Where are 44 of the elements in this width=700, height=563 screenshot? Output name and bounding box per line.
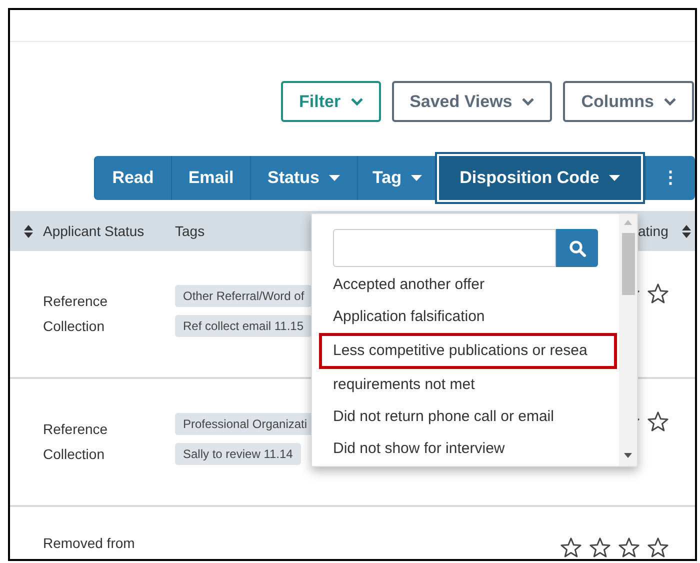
tag: Sally to review 11.14 [175, 443, 301, 465]
dropdown-option[interactable]: Accepted another offer [333, 269, 619, 301]
caret-icon [609, 175, 620, 181]
caret-icon [329, 175, 340, 181]
sort-icon[interactable] [682, 224, 692, 238]
column-header: Applicant Status [43, 222, 144, 241]
star-icon[interactable] [647, 537, 669, 558]
toolbar-button[interactable]: Filter [281, 81, 381, 122]
sort-icon[interactable] [24, 224, 33, 238]
dropdown-option[interactable]: Less competitive publications or resea [319, 333, 617, 369]
action-button[interactable]: Email [171, 156, 250, 200]
scrollbar-thumb[interactable] [622, 233, 634, 295]
caret-icon [411, 175, 422, 181]
column-header: ating [638, 222, 668, 241]
toolbar-button[interactable]: Columns [563, 81, 694, 122]
scroll-down-icon[interactable] [624, 453, 632, 458]
dropdown-option[interactable]: Did not return phone call or email [333, 401, 619, 433]
dropdown-option[interactable]: Application falsification [333, 301, 619, 333]
star-icon[interactable] [618, 537, 640, 558]
star-icon[interactable] [589, 537, 611, 558]
action-button[interactable]: Tag [357, 156, 437, 200]
search-button[interactable] [556, 229, 598, 267]
column-header: Tags [175, 222, 205, 241]
action-button[interactable]: Status [250, 156, 357, 200]
caret-icon [350, 98, 363, 106]
star-icon[interactable] [647, 283, 669, 304]
caret-icon [664, 98, 676, 106]
more-button[interactable]: ⋮ [645, 156, 695, 200]
status-text: Reference Collection [43, 420, 109, 464]
dropdown-option[interactable]: requirements not met [333, 369, 619, 401]
dropdown-option[interactable]: Did not show for interview [333, 433, 619, 465]
star-icon[interactable] [647, 411, 669, 432]
tag: Ref collect email 11.15 [175, 315, 312, 337]
star-icon[interactable] [560, 537, 582, 558]
action-button[interactable]: Read [94, 156, 171, 200]
status-text: Removed from [43, 534, 135, 553]
caret-icon [522, 98, 534, 106]
search-field[interactable] [333, 229, 556, 267]
action-button[interactable]: Disposition Code [439, 156, 641, 200]
search-icon [568, 240, 586, 256]
scrollbar[interactable] [619, 214, 637, 466]
status-text: Reference Collection [43, 292, 109, 336]
toolbar-button[interactable]: Saved Views [392, 81, 552, 122]
tag: Other Referral/Word of [175, 285, 312, 307]
